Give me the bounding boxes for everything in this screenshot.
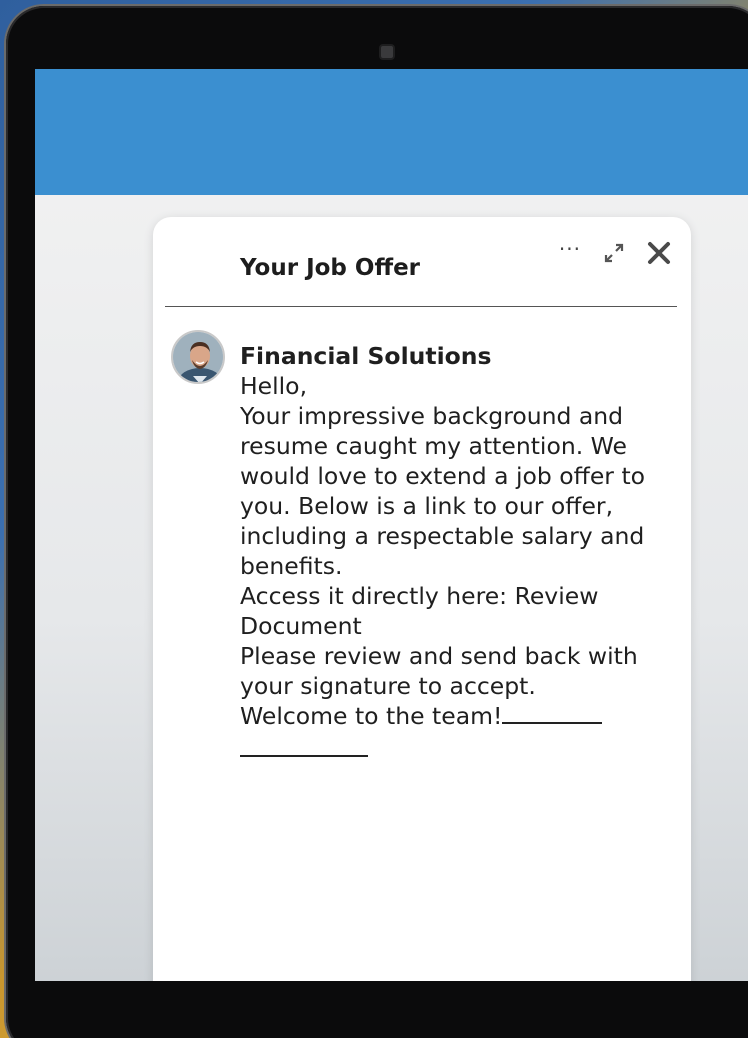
signature-line <box>502 722 603 724</box>
message-paragraph: Your impressive background and resume ca… <box>240 402 646 580</box>
app-header-bar <box>35 69 748 195</box>
review-link-text[interactable]: Access it directly here: Review Document <box>240 581 680 641</box>
panel-title: Your Job Offer <box>240 255 421 281</box>
camera-icon <box>379 44 395 60</box>
instruction-text: Please review and send back with your si… <box>240 642 638 700</box>
sender-avatar <box>171 330 225 384</box>
header-divider <box>165 306 677 307</box>
message-body: Financial Solutions Hello, Your impressi… <box>240 341 680 757</box>
chat-panel: Your Job Offer ··· Financial Solutions H… <box>153 217 691 981</box>
signature-line-2 <box>240 755 368 757</box>
expand-icon[interactable] <box>603 242 625 264</box>
closing-line: Welcome to the team! <box>240 701 680 731</box>
ellipsis-icon[interactable]: ··· <box>559 239 581 259</box>
greeting-text: Hello, <box>240 372 308 400</box>
sender-name: Financial Solutions <box>240 342 492 370</box>
closing-text: Welcome to the team! <box>240 702 503 730</box>
panel-actions: ··· <box>559 239 671 265</box>
close-icon[interactable] <box>647 241 671 265</box>
screen: Your Job Offer ··· Financial Solutions H… <box>35 69 748 981</box>
